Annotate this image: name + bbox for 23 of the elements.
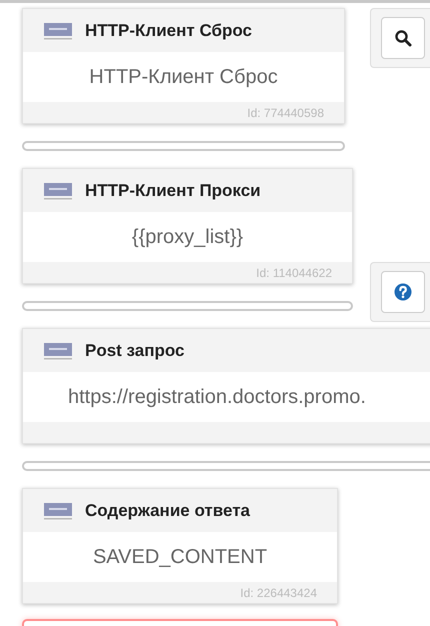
- node-value: SAVED_CONTENT: [92, 546, 268, 568]
- node-title: Post запрос: [85, 340, 185, 360]
- node-id: Id: 226443424: [240, 586, 317, 600]
- node-id: Id: 774440598: [247, 106, 324, 120]
- node-value: https://registration.doctors.promo.: [68, 386, 366, 408]
- node-id: Id: 114044622: [256, 266, 332, 280]
- http-block-icon: [43, 182, 73, 200]
- http-block-icon: [43, 342, 73, 360]
- node-card[interactable]: Содержание ответа SAVED_CONTENT Id: 226443424: [22, 488, 338, 604]
- http-block-icon: [43, 22, 73, 40]
- node-value: {{proxy_list}}: [132, 226, 244, 248]
- node-value: HTTP-Клиент Сброс: [89, 66, 278, 88]
- search-button[interactable]: [380, 17, 424, 59]
- node-title: HTTP-Клиент Сброс: [85, 20, 252, 40]
- node-title: HTTP-Клиент Прокси: [85, 180, 261, 200]
- node-card[interactable]: HTTP-Клиент Прокси {{proxy_list}} Id: 114044622: [22, 168, 353, 284]
- help-icon: [394, 283, 412, 301]
- http-block-icon: [43, 502, 73, 520]
- node-card[interactable]: HTTP-Клиент Сброс HTTP-Клиент Сброс Id: 774440598: [22, 8, 345, 124]
- node-card[interactable]: Post запрос https://registration.doctors.promo.: [22, 328, 430, 444]
- search-icon: [394, 29, 412, 47]
- node-title: Содержание ответа: [85, 500, 250, 520]
- help-button[interactable]: [380, 271, 424, 313]
